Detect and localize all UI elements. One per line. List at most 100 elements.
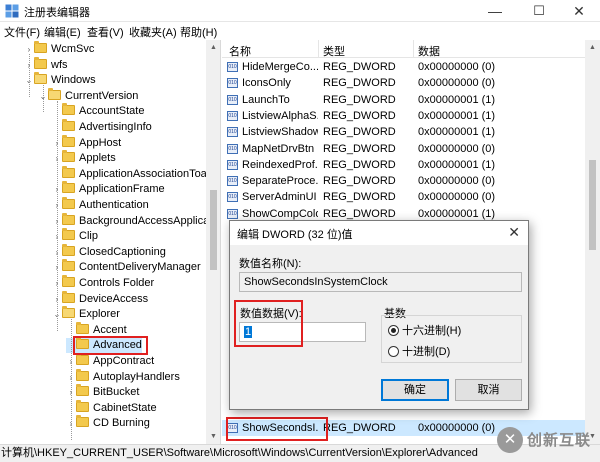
ok-button[interactable]: 确定	[381, 379, 449, 401]
tree-item[interactable]: › BackgroundAccessApplicati	[52, 212, 215, 229]
folder-icon	[62, 228, 75, 241]
list-scroll-up-icon[interactable]: ▲	[585, 40, 600, 55]
list-scroll-thumb[interactable]	[589, 160, 596, 250]
tree-item[interactable]: ⌄ Windows	[24, 72, 96, 88]
value-data-highlight	[234, 300, 303, 347]
value-name-field[interactable]: ShowSecondsInSystemClock	[239, 272, 522, 292]
window-title: 注册表编辑器	[24, 7, 90, 19]
tree-connector	[43, 85, 44, 113]
maximize-button[interactable]: ☐	[518, 0, 560, 22]
tree-item-label: ApplicationAssociationToast	[79, 167, 216, 180]
dword-value-icon: 010	[227, 176, 238, 187]
tree-item[interactable]: › Clip	[52, 228, 98, 244]
advanced-key-highlight	[73, 336, 148, 355]
dword-value-icon: 010	[227, 94, 238, 105]
tree-scrollbar[interactable]: ▲ ▼	[206, 40, 220, 444]
tree-item[interactable]: › ContentDeliveryManager	[52, 259, 201, 275]
dialog-close-icon[interactable]: ✕	[508, 224, 520, 241]
registry-tree[interactable]: › WcmSvc › wfs ⌄ Windows ⌄ CurrentVersion Accoun…	[0, 40, 221, 444]
menu-view[interactable]: 查看(V)	[87, 24, 124, 40]
column-type-header[interactable]: 类型	[323, 43, 345, 59]
menu-bar: 文件(F) 编辑(E) 查看(V) 收藏夹(A) 帮助(H)	[0, 22, 600, 40]
list-cell-type: REG_DWORD	[323, 93, 396, 106]
list-item[interactable]: 010 LaunchTo REG_DWORD 0x00000001 (1)	[222, 92, 592, 108]
radio-decimal[interactable]: 十进制(D)	[388, 346, 450, 358]
tree-item-label: Explorer	[79, 308, 120, 321]
close-button[interactable]: ✕	[558, 0, 600, 22]
list-item[interactable]: 010 IconsOnly REG_DWORD 0x00000000 (0)	[222, 75, 592, 91]
menu-favorites[interactable]: 收藏夹(A)	[129, 24, 177, 40]
tree-item-label: AdvertisingInfo	[79, 121, 152, 133]
list-item[interactable]: 010 ServerAdminUI REG_DWORD 0x00000000 (0)	[222, 189, 592, 205]
folder-icon	[62, 165, 75, 178]
tree-item[interactable]: CabinetState	[66, 399, 157, 416]
tree-item[interactable]: › AppContract	[66, 353, 154, 369]
list-item[interactable]: 010 ListviewAlphaS... REG_DWORD 0x00000001 …	[222, 108, 592, 124]
list-cell-name: ListviewShadow	[242, 126, 318, 139]
tree-item[interactable]: › AppHost	[52, 134, 121, 151]
radio-hex[interactable]: 十六进制(H)	[388, 325, 461, 337]
tree-item-label: BackgroundAccessApplicati	[79, 214, 215, 227]
list-cell-type: REG_DWORD	[323, 175, 396, 188]
tree-item-label: Applets	[79, 152, 116, 165]
tree-item[interactable]: › AutoplayHandlers	[66, 368, 180, 385]
list-item[interactable]: 010 ReindexedProf... REG_DWORD 0x00000001 (…	[222, 157, 592, 173]
scroll-up-icon[interactable]: ▲	[206, 40, 220, 55]
scroll-down-icon[interactable]: ▼	[206, 429, 220, 444]
minimize-button[interactable]: —	[474, 0, 516, 22]
column-name-header[interactable]: 名称	[229, 43, 251, 59]
list-cell-type: REG_DWORD	[323, 126, 396, 139]
tree-item[interactable]: › BitBucket	[66, 384, 139, 400]
list-scrollbar[interactable]: ▲ ▼	[585, 40, 600, 444]
tree-item[interactable]: AdvertisingInfo	[52, 119, 152, 135]
dialog-title: 编辑 DWORD (32 位)值	[237, 229, 353, 241]
radio-hex-icon[interactable]	[388, 325, 399, 336]
tree-scroll-thumb[interactable]	[210, 190, 217, 270]
tree-item[interactable]: ⌄ Explorer	[52, 306, 120, 322]
list-cell-data: 0x00000000 (0)	[418, 61, 496, 73]
tree-item-label: AutoplayHandlers	[93, 370, 180, 383]
watermark-text: 创新互联	[527, 432, 592, 449]
list-cell-data: 0x00000001 (1)	[418, 158, 496, 171]
cancel-button[interactable]: 取消	[455, 379, 522, 401]
tree-connector	[57, 100, 58, 331]
menu-file[interactable]: 文件(F)	[4, 24, 40, 40]
list-cell-name: HideMergeCo...	[242, 61, 318, 73]
tree-item-label: Authentication	[79, 199, 149, 211]
list-item[interactable]: 010 SeparateProce... REG_DWORD 0x00000000 (…	[222, 173, 592, 189]
menu-help[interactable]: 帮助(H)	[180, 24, 217, 40]
folder-icon	[62, 275, 75, 287]
list-cell-type: REG_DWORD	[323, 109, 396, 122]
folder-icon	[48, 87, 61, 100]
tree-item[interactable]: ⌄ CurrentVersion	[38, 87, 138, 104]
tree-item[interactable]: › DeviceAccess	[52, 290, 148, 307]
list-cell-name: ServerAdminUI	[242, 191, 317, 204]
tree-item-label: Controls Folder	[79, 277, 155, 289]
menu-edit[interactable]: 编辑(E)	[44, 24, 81, 40]
tree-item[interactable]: › CD Burning	[66, 415, 150, 431]
tree-item-label: CabinetState	[93, 401, 157, 414]
tree-item[interactable]: › Controls Folder	[52, 275, 155, 291]
column-data-header[interactable]: 数据	[418, 43, 440, 59]
tree-item[interactable]: ApplicationAssociationToast	[52, 165, 216, 182]
dword-value-icon: 010	[227, 143, 238, 154]
tree-item[interactable]: › Authentication	[52, 197, 149, 213]
tree-item-label: AccountState	[79, 105, 145, 118]
list-cell-data: 0x00000000 (0)	[418, 77, 496, 90]
tree-item[interactable]: › ApplicationFrame	[52, 181, 165, 197]
tree-item[interactable]: › ClosedCaptioning	[52, 243, 166, 260]
tree-item[interactable]: › Applets	[52, 150, 116, 166]
dword-value-icon: 010	[227, 192, 238, 203]
tree-item[interactable]: › WcmSvc	[24, 41, 94, 57]
folder-icon	[76, 321, 89, 334]
folder-icon	[76, 353, 89, 365]
list-item[interactable]: 010 ListviewShadow REG_DWORD 0x00000001 (1)	[222, 124, 592, 140]
tree-item-label: ApplicationFrame	[79, 183, 165, 196]
edit-dword-dialog: 编辑 DWORD (32 位)值 ✕ 数值名称(N): ShowSecondsI…	[229, 220, 529, 410]
tree-item[interactable]: AccountState	[52, 103, 145, 119]
list-item[interactable]: 010 HideMergeCo... REG_DWORD 0x00000000 (0)	[222, 59, 592, 75]
list-item[interactable]: 010 MapNetDrvBtn REG_DWORD 0x00000000 (0)	[222, 141, 592, 157]
tree-item[interactable]: › wfs	[24, 56, 68, 73]
radio-decimal-icon[interactable]	[388, 346, 399, 357]
title-bar: 注册表编辑器 — ☐ ✕	[0, 0, 600, 22]
